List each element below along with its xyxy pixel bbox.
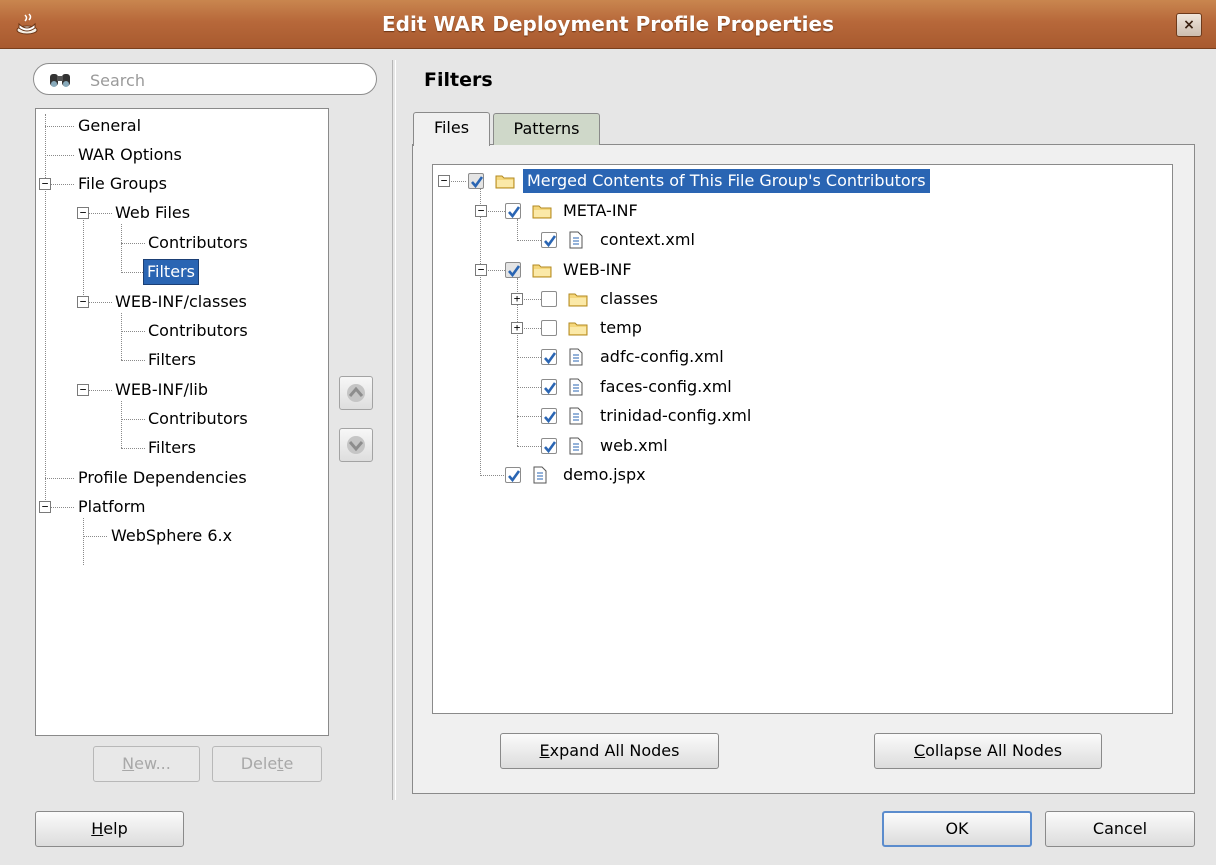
nav-item-filters[interactable]: Filters bbox=[148, 436, 196, 460]
new-button[interactable]: New... bbox=[93, 746, 200, 782]
binoculars-icon bbox=[50, 74, 70, 87]
tree-node-adfc-config[interactable]: adfc-config.xml bbox=[600, 345, 724, 369]
tab-files[interactable]: Files bbox=[413, 112, 490, 146]
checkbox-checked[interactable] bbox=[505, 203, 521, 219]
nav-item-war-options[interactable]: WAR Options bbox=[78, 143, 182, 167]
title-bar: Edit WAR Deployment Profile Properties × bbox=[0, 0, 1216, 49]
nav-item-web-inf-classes[interactable]: WEB-INF/classes bbox=[115, 290, 247, 314]
pane-splitter-highlight bbox=[395, 60, 396, 800]
nav-item-contributors[interactable]: Contributors bbox=[148, 407, 248, 431]
checkbox-partial[interactable] bbox=[468, 173, 484, 189]
nav-item-profile-dependencies[interactable]: Profile Dependencies bbox=[78, 466, 247, 490]
tree-node-web-xml[interactable]: web.xml bbox=[600, 434, 668, 458]
window-title: Edit WAR Deployment Profile Properties bbox=[381, 12, 834, 36]
folder-icon bbox=[532, 205, 552, 219]
nav-item-platform[interactable]: Platform bbox=[78, 495, 145, 519]
nav-item-file-groups[interactable]: File Groups bbox=[78, 172, 167, 196]
expand-icon[interactable]: + bbox=[511, 322, 523, 334]
tree-node-context-xml[interactable]: context.xml bbox=[600, 228, 695, 252]
files-tree[interactable]: − − − + + Merged Contents of This File G… bbox=[432, 164, 1173, 714]
collapse-icon[interactable]: − bbox=[39, 178, 51, 190]
folder-icon bbox=[532, 264, 552, 278]
folder-icon bbox=[568, 293, 588, 307]
delete-button[interactable]: Delete bbox=[212, 746, 322, 782]
checkbox-checked[interactable] bbox=[505, 467, 521, 483]
nav-item-filters-selected[interactable]: Filters bbox=[143, 259, 199, 285]
tree-node-merged-contents[interactable]: Merged Contents of This File Group's Con… bbox=[523, 169, 930, 193]
checkbox-unchecked[interactable] bbox=[541, 291, 557, 307]
tree-node-faces-config[interactable]: faces-config.xml bbox=[600, 375, 732, 399]
collapse-icon[interactable]: − bbox=[77, 296, 89, 308]
ok-button[interactable]: OK bbox=[882, 811, 1032, 847]
search-box[interactable] bbox=[33, 63, 377, 95]
folder-icon bbox=[568, 322, 588, 336]
search-input[interactable] bbox=[88, 68, 362, 92]
collapse-icon[interactable]: − bbox=[77, 207, 89, 219]
tree-node-demo-jspx[interactable]: demo.jspx bbox=[563, 463, 646, 487]
nav-item-websphere[interactable]: WebSphere 6.x bbox=[111, 524, 232, 548]
nav-item-filters[interactable]: Filters bbox=[148, 348, 196, 372]
close-button[interactable]: × bbox=[1176, 13, 1202, 37]
tree-node-classes[interactable]: classes bbox=[600, 287, 658, 311]
chevron-up-icon bbox=[347, 384, 365, 402]
checkbox-checked[interactable] bbox=[541, 408, 557, 424]
file-icon bbox=[569, 378, 583, 396]
cancel-button[interactable]: Cancel bbox=[1045, 811, 1195, 847]
collapse-all-nodes-button[interactable]: Collapse All Nodes bbox=[874, 733, 1102, 769]
checkbox-checked[interactable] bbox=[541, 379, 557, 395]
collapse-icon[interactable]: − bbox=[475, 205, 487, 217]
nav-item-contributors[interactable]: Contributors bbox=[148, 231, 248, 255]
file-icon bbox=[533, 466, 547, 484]
checkbox-checked[interactable] bbox=[541, 438, 557, 454]
pane-splitter[interactable] bbox=[392, 60, 393, 800]
section-title: Filters bbox=[424, 69, 493, 91]
tree-node-meta-inf[interactable]: META-INF bbox=[563, 199, 638, 223]
expand-icon[interactable]: + bbox=[511, 293, 523, 305]
collapse-icon[interactable]: − bbox=[39, 501, 51, 513]
nav-item-general[interactable]: General bbox=[78, 114, 141, 138]
checkbox-partial[interactable] bbox=[505, 262, 521, 278]
file-icon bbox=[569, 348, 583, 366]
tab-patterns[interactable]: Patterns bbox=[493, 113, 600, 145]
move-down-button[interactable] bbox=[339, 428, 373, 462]
move-up-button[interactable] bbox=[339, 376, 373, 410]
collapse-icon[interactable]: − bbox=[438, 175, 450, 187]
expand-all-nodes-button[interactable]: Expand All Nodes bbox=[500, 733, 719, 769]
nav-item-contributors[interactable]: Contributors bbox=[148, 319, 248, 343]
checkbox-checked[interactable] bbox=[541, 232, 557, 248]
file-icon bbox=[569, 437, 583, 455]
collapse-icon[interactable]: − bbox=[475, 264, 487, 276]
nav-item-web-inf-lib[interactable]: WEB-INF/lib bbox=[115, 378, 208, 402]
collapse-icon[interactable]: − bbox=[77, 384, 89, 396]
folder-icon bbox=[495, 175, 515, 189]
chevron-down-icon bbox=[347, 436, 365, 454]
checkbox-unchecked[interactable] bbox=[541, 320, 557, 336]
help-button[interactable]: Help bbox=[35, 811, 184, 847]
file-icon bbox=[569, 407, 583, 425]
tree-node-trinidad-config[interactable]: trinidad-config.xml bbox=[600, 404, 751, 428]
file-icon bbox=[569, 231, 583, 249]
checkbox-checked[interactable] bbox=[541, 349, 557, 365]
nav-item-web-files[interactable]: Web Files bbox=[115, 201, 190, 225]
tree-node-temp[interactable]: temp bbox=[600, 316, 642, 340]
tree-node-web-inf[interactable]: WEB-INF bbox=[563, 258, 632, 282]
navigation-tree[interactable]: − − − − − General WAR Options File Group… bbox=[35, 108, 329, 736]
